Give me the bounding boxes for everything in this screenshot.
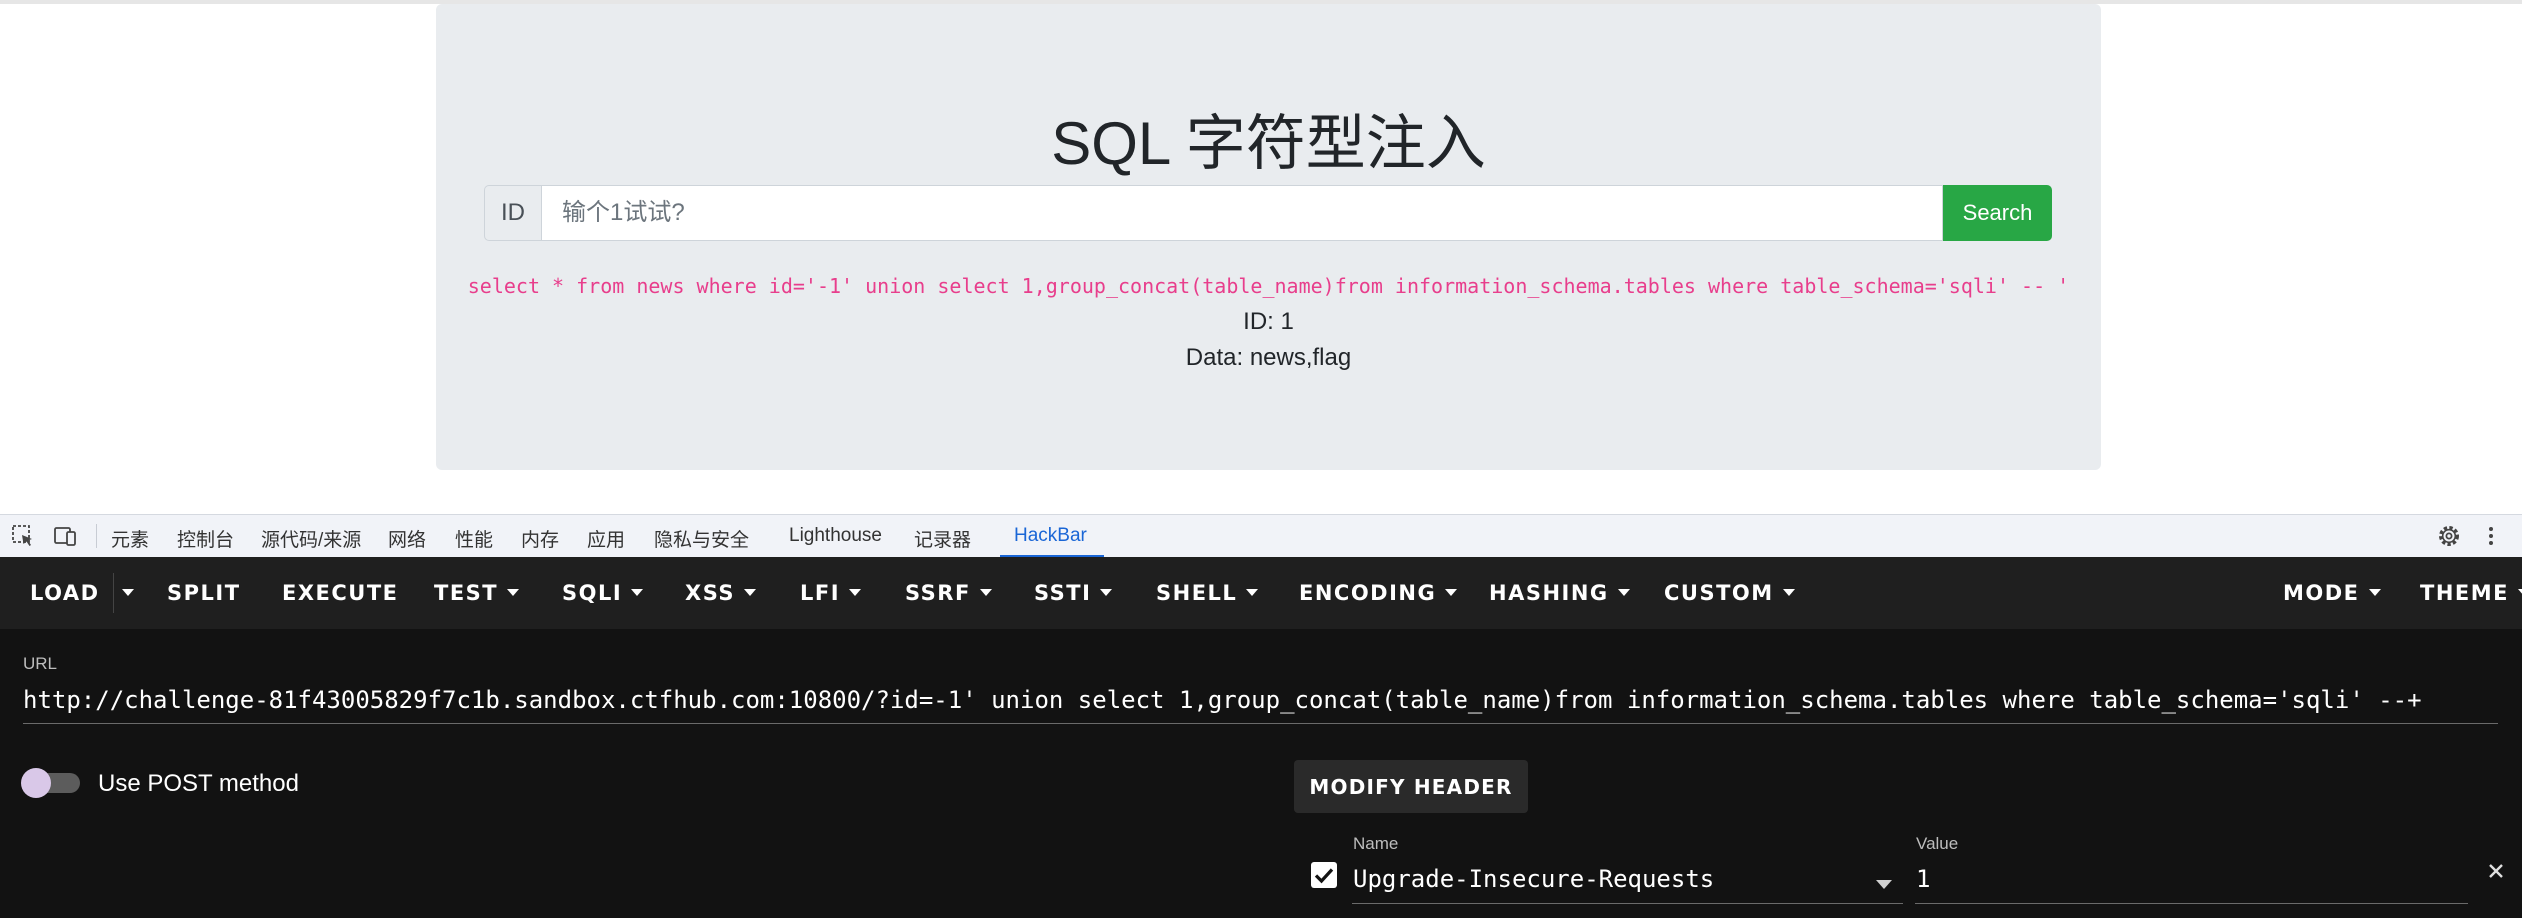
chevron-down-icon: [122, 588, 134, 596]
header-name-underline: [1352, 903, 1903, 904]
id-input[interactable]: [541, 185, 1943, 241]
shell-menu-button[interactable]: SHELL: [1156, 557, 1259, 629]
header-value-input[interactable]: 1: [1916, 865, 1930, 893]
url-underline: [23, 723, 2498, 724]
test-menu-label: TEST: [434, 581, 499, 605]
device-toolbar-icon[interactable]: [52, 523, 78, 549]
lfi-menu-label: LFI: [800, 581, 841, 605]
chevron-down-icon[interactable]: [1876, 880, 1892, 889]
sqli-menu-label: SQLI: [562, 581, 623, 605]
mode-menu-label: MODE: [2283, 581, 2360, 605]
ssti-menu-button[interactable]: SSTI: [1034, 557, 1113, 629]
modify-header-button[interactable]: MODIFY HEADER: [1294, 760, 1528, 813]
load-dropdown-button[interactable]: [122, 557, 134, 629]
header-name-input[interactable]: Upgrade-Insecure-Requests: [1353, 865, 1714, 893]
url-label: URL: [23, 654, 58, 673]
tab-sources[interactable]: 源代码/来源: [261, 525, 361, 552]
tab-network[interactable]: 网络: [388, 525, 426, 552]
result-data: Data: news,flag: [1185, 344, 1352, 371]
tab-hackbar[interactable]: HackBar: [1014, 525, 1087, 547]
xss-menu-button[interactable]: XSS: [685, 557, 756, 629]
chevron-down-icon: [979, 588, 992, 596]
chevron-down-icon: [1246, 588, 1259, 596]
header-value-label: Value: [1916, 834, 1959, 853]
chevron-down-icon: [2518, 588, 2522, 596]
hackbar-toolbar: LOAD SPLIT EXECUTE TEST SQLI XSS LFI SSR…: [0, 557, 2522, 629]
chevron-down-icon: [744, 588, 756, 596]
settings-gear-icon[interactable]: [2436, 523, 2462, 549]
search-button[interactable]: Search: [1943, 185, 2052, 241]
tab-lighthouse[interactable]: Lighthouse: [789, 525, 882, 547]
chevron-down-icon: [1100, 588, 1113, 596]
use-post-label: Use POST method: [98, 770, 299, 797]
chevron-down-icon: [849, 588, 862, 596]
tab-application[interactable]: 应用: [587, 525, 625, 552]
tab-privacy-security[interactable]: 隐私与安全: [654, 525, 749, 552]
result-id: ID: 1: [1243, 308, 1294, 335]
url-textarea[interactable]: http://challenge-81f43005829f7c1b.sandbo…: [23, 686, 2493, 714]
chevron-down-icon: [2368, 588, 2381, 596]
hashing-menu-label: HASHING: [1489, 581, 1609, 605]
ssrf-menu-label: SSRF: [905, 581, 971, 605]
toolbar-divider: [113, 573, 114, 613]
header-name-label: Name: [1353, 834, 1399, 853]
chevron-down-icon: [1782, 588, 1795, 596]
lfi-menu-button[interactable]: LFI: [800, 557, 862, 629]
tab-memory[interactable]: 内存: [521, 525, 559, 552]
tab-performance[interactable]: 性能: [455, 525, 493, 552]
page-title: SQL 字符型注入: [1051, 110, 1486, 177]
ssti-menu-label: SSTI: [1034, 581, 1092, 605]
header-enabled-checkbox[interactable]: [1311, 862, 1337, 888]
hackbar-panel: URL http://challenge-81f43005829f7c1b.sa…: [0, 629, 2522, 918]
shell-menu-label: SHELL: [1156, 581, 1238, 605]
header-value-underline: [1915, 903, 2468, 904]
chevron-down-icon: [631, 588, 644, 596]
theme-menu-button[interactable]: THEME: [2420, 557, 2522, 629]
mode-menu-button[interactable]: MODE: [2283, 557, 2381, 629]
inspect-element-icon[interactable]: [10, 523, 36, 549]
close-icon[interactable]: [2485, 860, 2507, 882]
ssrf-menu-button[interactable]: SSRF: [905, 557, 992, 629]
tab-separator: [96, 524, 97, 548]
split-button[interactable]: SPLIT: [167, 557, 241, 629]
test-menu-button[interactable]: TEST: [434, 557, 520, 629]
chevron-down-icon: [1445, 588, 1458, 596]
sql-query-text: select * from news where id='-1' union s…: [467, 274, 2070, 298]
hashing-menu-button[interactable]: HASHING: [1489, 557, 1630, 629]
tab-console[interactable]: 控制台: [177, 525, 234, 552]
search-form: ID Search: [484, 185, 2052, 241]
load-button[interactable]: LOAD: [30, 557, 100, 629]
checkmark-icon: [1314, 868, 1334, 884]
devtools-tab-strip: 元素 控制台 源代码/来源 网络 性能 内存 应用 隐私与安全 Lighthou…: [0, 514, 2522, 558]
id-prefix-label: ID: [484, 185, 541, 241]
execute-button[interactable]: EXECUTE: [282, 557, 399, 629]
encoding-menu-label: ENCODING: [1299, 581, 1437, 605]
encoding-menu-button[interactable]: ENCODING: [1299, 557, 1458, 629]
custom-menu-label: CUSTOM: [1664, 581, 1774, 605]
sqli-menu-button[interactable]: SQLI: [562, 557, 644, 629]
custom-menu-button[interactable]: CUSTOM: [1664, 557, 1795, 629]
chevron-down-icon: [507, 588, 520, 596]
more-options-icon[interactable]: [2478, 523, 2504, 549]
jumbotron: SQL 字符型注入 ID Search select * from news w…: [436, 4, 2101, 470]
chevron-down-icon: [1617, 588, 1630, 596]
tab-elements[interactable]: 元素: [111, 525, 149, 552]
post-toggle-knob[interactable]: [21, 768, 51, 798]
theme-menu-label: THEME: [2420, 581, 2509, 605]
xss-menu-label: XSS: [685, 581, 735, 605]
tab-recorder[interactable]: 记录器: [914, 525, 971, 552]
